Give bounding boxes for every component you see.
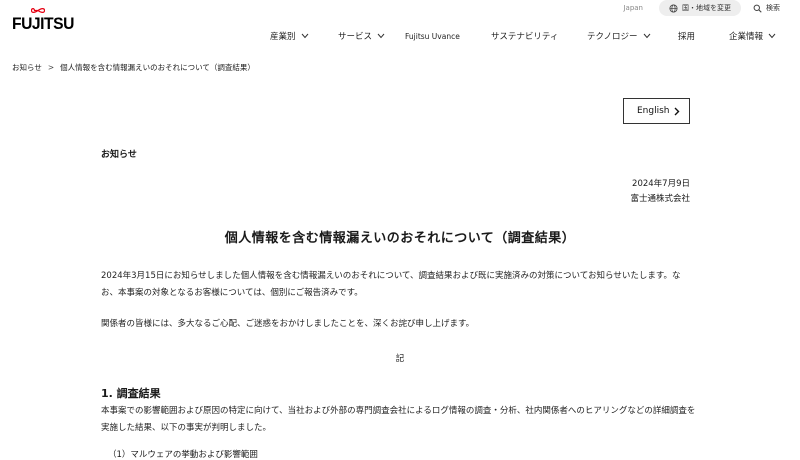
release-date: 2024年7月9日 xyxy=(632,179,690,189)
nav-item-label: サステナビリティ xyxy=(491,32,559,42)
nav-item-technology[interactable]: テクノロジー xyxy=(587,30,678,42)
english-version-button[interactable]: English xyxy=(623,98,690,124)
nav-item-label: テクノロジー xyxy=(587,32,638,42)
intro-paragraph: 2024年3月15日にお知らせしました個人情報を含む情報漏えいのおそれについて、… xyxy=(101,271,681,298)
breadcrumb-current: 個人情報を含む情報漏えいのおそれについて（調査結果） xyxy=(60,63,255,72)
chevron-down-icon xyxy=(377,33,385,39)
fujitsu-logo[interactable]: FUJITSU xyxy=(12,6,74,44)
nav-item-uvance[interactable]: Fujitsu Uvance xyxy=(405,32,491,41)
nav-item-corporate[interactable]: 企業情報 xyxy=(729,30,776,42)
page-title: 個人情報を含む情報漏えいのおそれについて（調査結果） xyxy=(224,231,576,246)
nav-item-careers[interactable]: 採用 xyxy=(678,30,729,42)
chevron-right-icon xyxy=(674,107,680,115)
section-label: お知らせ xyxy=(101,150,137,160)
breadcrumb: お知らせ > 個人情報を含む情報漏えいのおそれについて（調査結果） xyxy=(12,62,255,73)
release-info: 2024年7月9日 富士通株式会社 xyxy=(630,177,690,207)
section-heading-investigation: 1. 調査結果 xyxy=(101,387,161,400)
current-language-label: Japan xyxy=(623,4,643,12)
search-button[interactable]: 検索 xyxy=(749,0,784,16)
investigation-paragraph: 本事案での影響範囲および原因の特定に向けて、当社および外部の専門調査会社によるロ… xyxy=(101,406,696,433)
nav-item-sustainability[interactable]: サステナビリティ xyxy=(491,30,587,42)
nav-item-label: 採用 xyxy=(678,32,696,42)
chevron-down-icon xyxy=(768,33,776,39)
apology-paragraph: 関係者の皆様には、多大なるご心配、ご迷惑をおかけしましたことを、深くお詫び申し上… xyxy=(101,319,475,329)
company-name: 富士通株式会社 xyxy=(630,194,690,204)
nav-item-label: 産業別 xyxy=(270,32,296,42)
nav-item-label: サービス xyxy=(338,32,373,42)
utility-bar: Japan 国・地域を変更 検索 xyxy=(623,0,784,16)
search-label: 検索 xyxy=(766,4,780,12)
nav-item-services[interactable]: サービス xyxy=(338,30,405,42)
global-nav: 産業別 サービス Fujitsu Uvance サステナビリティ テクノロジー … xyxy=(270,28,776,44)
english-button-label: English xyxy=(637,106,670,116)
region-change-label: 国・地域を変更 xyxy=(682,4,731,12)
subsection-heading-malware: （1）マルウェアの挙動および影響範囲 xyxy=(108,450,258,460)
breadcrumb-home-link[interactable]: お知らせ xyxy=(12,62,42,73)
ki-marker: 記 xyxy=(395,354,405,364)
nav-item-industries[interactable]: 産業別 xyxy=(270,30,338,42)
nav-item-label: Fujitsu Uvance xyxy=(405,31,460,41)
chevron-down-icon xyxy=(301,33,308,39)
breadcrumb-separator: > xyxy=(47,63,55,72)
chevron-down-icon xyxy=(643,33,650,39)
region-change-button[interactable]: 国・地域を変更 xyxy=(659,0,741,16)
logo-wordmark: FUJITSU xyxy=(12,14,74,33)
nav-item-label: 企業情報 xyxy=(729,32,764,42)
globe-icon xyxy=(669,3,678,13)
search-icon xyxy=(753,4,762,13)
